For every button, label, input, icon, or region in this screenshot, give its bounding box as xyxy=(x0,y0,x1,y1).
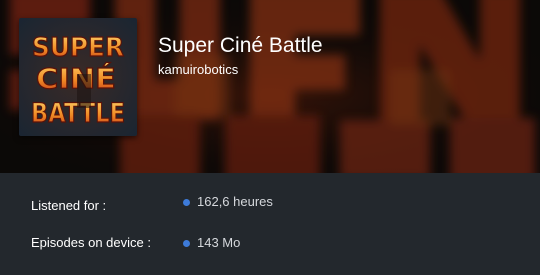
cover-art-word-1: SUPER xyxy=(32,33,124,63)
listened-for-indicator-dot xyxy=(183,198,190,206)
podcast-author: kamuirobotics xyxy=(158,62,239,77)
episodes-on-device-label: Episodes on device : xyxy=(31,235,151,250)
episodes-on-device-value-text: 143 Mo xyxy=(197,235,241,250)
listened-for-value: 162,6 heures xyxy=(183,194,273,210)
listened-for-value-text: 162,6 heures xyxy=(197,194,273,209)
cover-art-word-2: CINÉ xyxy=(36,61,116,95)
podcast-details-screen: SUPER CINÉ BATTLE Super Ciné Battle kamu… xyxy=(0,0,540,275)
podcast-stats: Listened for : 162,6 heures Episodes on … xyxy=(0,173,540,275)
podcast-cover-art: SUPER CINÉ BATTLE xyxy=(19,18,137,136)
podcast-header: SUPER CINÉ BATTLE Super Ciné Battle kamu… xyxy=(0,0,540,173)
episodes-on-device-value: 143 Mo xyxy=(183,235,240,251)
listened-for-label: Listened for : xyxy=(31,198,107,213)
podcast-title: Super Ciné Battle xyxy=(158,34,323,57)
episodes-on-device-indicator-dot xyxy=(183,239,190,247)
